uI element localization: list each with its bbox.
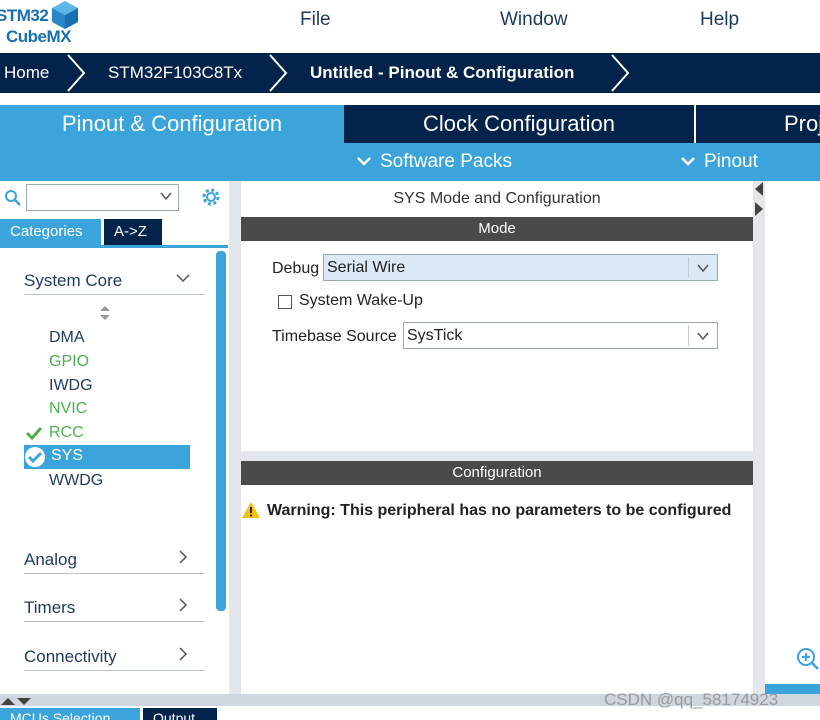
expand-collapse-icon[interactable] xyxy=(0,696,36,706)
timebase-select[interactable]: SysTick xyxy=(403,322,718,349)
category-tab-underline xyxy=(0,245,228,248)
debug-value: Serial Wire xyxy=(327,259,406,276)
peripheral-dma[interactable]: DMA xyxy=(49,329,85,347)
timebase-value: SysTick xyxy=(407,327,463,344)
sort-icon[interactable] xyxy=(99,305,111,321)
pinout-view-panel xyxy=(765,181,820,694)
gear-icon[interactable] xyxy=(200,186,222,208)
collapse-arrows-icon[interactable] xyxy=(754,181,764,217)
menu-file[interactable]: File xyxy=(300,9,331,31)
check-icon xyxy=(25,426,43,440)
debug-select[interactable]: Serial Wire xyxy=(323,254,718,281)
chevron-right-icon xyxy=(67,54,86,92)
left-panel-splitter[interactable] xyxy=(229,181,241,694)
group-system-core[interactable]: System Core xyxy=(24,265,204,295)
categories-panel: Categories A->Z System Core DMA GPIO IWD… xyxy=(0,181,230,694)
system-wakeup-checkbox[interactable] xyxy=(278,295,292,309)
panel-title: SYS Mode and Configuration xyxy=(393,190,601,207)
mode-config-splitter[interactable] xyxy=(241,451,753,461)
mode-config-panel: SYS Mode and Configuration Mode Debug Se… xyxy=(241,181,753,694)
chevron-right-icon xyxy=(611,54,630,92)
logo-line2: CubeMX xyxy=(6,27,72,46)
tab-a-z[interactable]: A->Z xyxy=(104,219,162,245)
chevron-right-icon xyxy=(269,54,288,92)
software-packs-label: Software Packs xyxy=(380,151,512,172)
select-divider xyxy=(688,325,689,346)
group-label: System Core xyxy=(24,271,123,290)
breadcrumb-current[interactable]: Untitled - Pinout & Configuration xyxy=(310,63,574,83)
cube-icon xyxy=(52,1,78,29)
peripheral-rcc[interactable]: RCC xyxy=(49,424,84,442)
chevron-down-icon xyxy=(160,192,172,201)
main-tabs: Pinout & Configuration Clock Configurati… xyxy=(0,105,820,143)
peripheral-wwdg[interactable]: WWDG xyxy=(49,472,103,490)
right-panel-splitter[interactable] xyxy=(753,181,765,694)
group-label: Timers xyxy=(24,598,76,617)
logo-line1: STM32 xyxy=(0,6,49,25)
timebase-label: Timebase Source xyxy=(272,328,397,345)
tab-categories[interactable]: Categories xyxy=(0,219,101,245)
chevron-right-icon xyxy=(179,598,188,612)
breadcrumb-home[interactable]: Home xyxy=(4,63,49,83)
watermark-text: CSDN @qq_58174923 xyxy=(604,690,779,709)
breadcrumb: Home STM32F103C8Tx Untitled - Pinout & C… xyxy=(0,53,820,93)
chevron-down-icon xyxy=(357,157,371,166)
group-timers[interactable]: Timers xyxy=(24,592,204,622)
tab-mcus-selection[interactable]: MCUs Selection xyxy=(0,708,140,720)
group-connectivity[interactable]: Connectivity xyxy=(24,641,204,671)
group-label: Connectivity xyxy=(24,647,117,666)
chevron-right-icon xyxy=(179,550,188,564)
menu-window[interactable]: Window xyxy=(500,9,568,31)
peripheral-iwdg[interactable]: IWDG xyxy=(49,377,93,395)
search-row xyxy=(0,181,230,217)
tab-pinout-configuration[interactable]: Pinout & Configuration xyxy=(0,105,344,143)
zoom-in-icon[interactable] xyxy=(796,647,820,671)
warning-icon xyxy=(242,502,260,518)
mode-section-header: Mode xyxy=(241,217,753,241)
check-circle-icon xyxy=(25,447,45,467)
peripheral-gpio[interactable]: GPIO xyxy=(49,353,89,371)
warning-text: Warning: This peripheral has no paramete… xyxy=(267,502,732,519)
select-divider xyxy=(688,257,689,278)
group-analog[interactable]: Analog xyxy=(24,544,204,574)
categories-scrollbar[interactable] xyxy=(216,251,226,611)
software-packs-menu[interactable]: Software Packs xyxy=(356,151,512,173)
breadcrumb-mcu[interactable]: STM32F103C8Tx xyxy=(108,63,242,83)
stm32cubemx-logo: STM32 CubeMX xyxy=(0,0,92,50)
pinout-menu[interactable]: Pinout xyxy=(680,151,758,173)
peripheral-nvic[interactable]: NVIC xyxy=(49,400,87,418)
debug-label: Debug xyxy=(272,260,320,277)
tab-output[interactable]: Output xyxy=(143,708,217,720)
search-icon xyxy=(5,190,21,206)
chevron-down-icon xyxy=(697,264,709,273)
sub-toolbar: Software Packs Pinout xyxy=(0,143,820,181)
chevron-down-icon xyxy=(697,332,709,341)
group-label: Analog xyxy=(24,550,77,569)
peripheral-sys-selected[interactable]: SYS xyxy=(24,445,190,469)
tab-project-manager[interactable]: Proj xyxy=(694,105,820,143)
chevron-down-icon xyxy=(176,274,190,283)
chevron-down-icon xyxy=(681,157,695,166)
search-input[interactable] xyxy=(26,184,179,211)
configuration-section-header: Configuration xyxy=(241,461,753,485)
chevron-right-icon xyxy=(179,647,188,661)
peripheral-sys-label: SYS xyxy=(51,447,84,464)
system-wakeup-label: System Wake-Up xyxy=(299,292,423,309)
pinout-label: Pinout xyxy=(704,151,758,172)
menu-help[interactable]: Help xyxy=(700,9,739,31)
tab-clock-configuration[interactable]: Clock Configuration xyxy=(346,105,692,143)
